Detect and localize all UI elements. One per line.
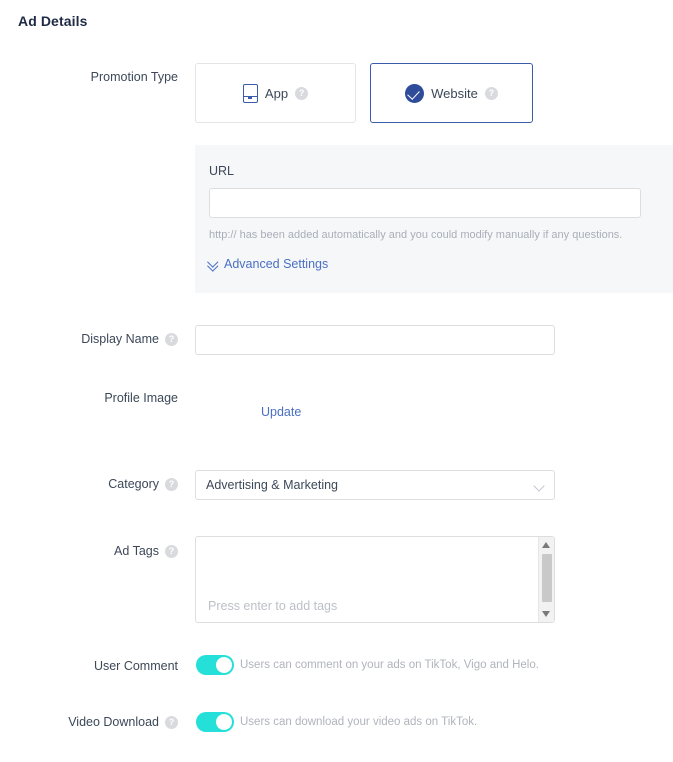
advanced-settings-label: Advanced Settings <box>224 257 329 271</box>
display-name-label-text: Display Name <box>81 332 159 346</box>
display-name-label: Display Name <box>0 332 178 346</box>
ad-tags-input[interactable]: Press enter to add tags <box>195 536 555 623</box>
check-circle-icon <box>405 83 425 103</box>
user-comment-toggle[interactable] <box>196 655 234 675</box>
toggle-knob <box>216 657 232 673</box>
chevron-double-down-icon <box>208 259 219 270</box>
phone-icon <box>242 83 258 103</box>
promotion-type-option-website-label: Website <box>431 85 478 101</box>
video-download-label: Video Download <box>0 715 178 729</box>
scroll-up-arrow-icon[interactable] <box>542 542 550 548</box>
ad-tags-scrollbar[interactable] <box>538 537 554 622</box>
display-name-input[interactable] <box>195 325 555 355</box>
video-download-label-text: Video Download <box>68 715 159 729</box>
category-label: Category <box>0 477 178 491</box>
user-comment-description: Users can comment on your ads on TikTok,… <box>240 659 539 671</box>
promotion-type-label-text: Promotion Type <box>90 70 178 84</box>
profile-image-label: Profile Image <box>0 391 178 405</box>
user-comment-label-text: User Comment <box>93 659 178 673</box>
ad-tags-label-text: Ad Tags <box>114 544 159 558</box>
chevron-down-icon <box>533 480 545 492</box>
video-download-toggle[interactable] <box>196 712 234 732</box>
profile-image-update-link[interactable]: Update <box>261 405 301 419</box>
user-comment-label: User Comment <box>0 659 178 673</box>
promotion-type-option-website[interactable]: Website <box>370 63 533 123</box>
video-download-description: Users can download your video ads on Tik… <box>240 716 478 728</box>
category-selected-value: Advertising & Marketing <box>206 478 339 492</box>
promotion-type-option-app-label: App <box>264 85 289 101</box>
ad-tags-placeholder: Press enter to add tags <box>208 599 338 613</box>
help-icon-video-download[interactable] <box>165 715 178 729</box>
scroll-down-arrow-icon[interactable] <box>542 611 550 617</box>
ad-tags-label: Ad Tags <box>0 544 178 558</box>
scrollbar-thumb[interactable] <box>542 554 552 602</box>
category-select[interactable]: Advertising & Marketing <box>195 470 555 500</box>
url-label: URL <box>209 164 235 178</box>
category-label-text: Category <box>108 477 159 491</box>
promotion-type-label: Promotion Type <box>0 70 178 84</box>
help-icon-display-name[interactable] <box>165 332 178 346</box>
ad-details-page: Ad Details Promotion Type App Website UR… <box>0 0 673 762</box>
promotion-type-option-app[interactable]: App <box>195 63 356 123</box>
help-icon-website[interactable] <box>484 86 498 100</box>
advanced-settings-link[interactable]: Advanced Settings <box>208 257 328 271</box>
page-title: Ad Details <box>18 13 88 29</box>
url-panel: URL http:// has been added automatically… <box>195 145 673 293</box>
toggle-knob <box>216 714 232 730</box>
help-icon-app[interactable] <box>295 86 309 100</box>
help-icon-ad-tags[interactable] <box>165 544 178 558</box>
profile-image-label-text: Profile Image <box>104 391 178 405</box>
help-icon-category[interactable] <box>165 477 178 491</box>
url-hint: http:// has been added automatically and… <box>209 229 623 241</box>
url-input[interactable] <box>209 188 641 218</box>
